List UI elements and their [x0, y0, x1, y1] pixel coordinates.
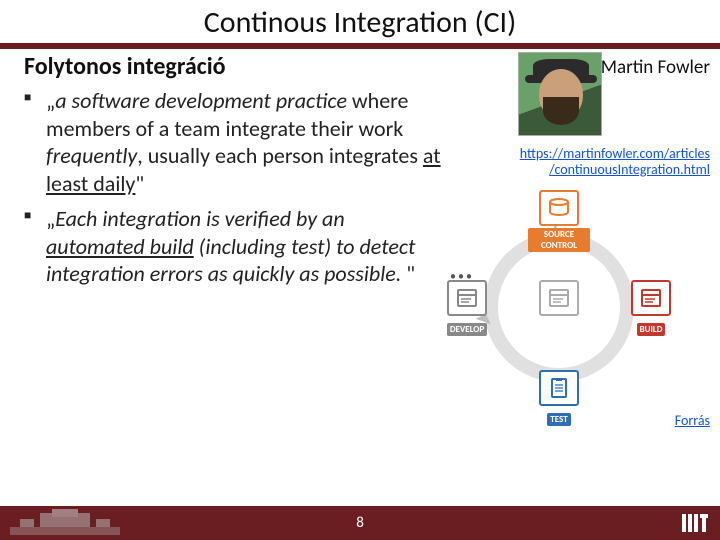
title-bar: Continous Integration (CI)	[0, 0, 720, 43]
slide: Continous Integration (CI) Folytonos int…	[0, 0, 720, 540]
node-develop: ••• DEVELOP	[436, 280, 498, 337]
node-build: BUILD	[620, 280, 682, 337]
window-icon	[547, 287, 571, 309]
node-label: DEVELOP	[447, 323, 487, 336]
title-underline	[0, 43, 720, 49]
article-link-line2[interactable]: /continuousIntegration.html	[549, 161, 710, 178]
article-link[interactable]: https://martinfowler.com/articles /conti…	[455, 146, 710, 178]
source-link[interactable]: Forrás	[675, 412, 710, 429]
node-label: TEST	[547, 413, 570, 426]
node-center	[528, 280, 590, 318]
article-link-line1[interactable]: https://martinfowler.com/articles	[520, 145, 710, 162]
footer-bar: 8	[0, 506, 720, 540]
window-icon	[639, 287, 663, 309]
mit-logo	[680, 510, 710, 536]
node-source-control: SOURCE CONTROL	[528, 190, 590, 253]
bullet-item: „Each integration is verified by an auto…	[24, 205, 444, 288]
node-label: BUILD	[637, 323, 666, 336]
node-label: SOURCE CONTROL	[528, 228, 590, 252]
bullet-item: „a software development practice where m…	[24, 87, 444, 197]
slide-body: Folytonos integráció „a software develop…	[24, 52, 710, 494]
author-name: Martin Fowler	[601, 56, 710, 79]
database-icon	[547, 197, 571, 219]
university-logo	[10, 509, 120, 537]
bullet-list: „a software development practice where m…	[24, 87, 444, 288]
node-test: TEST	[528, 370, 590, 427]
page-number: 8	[356, 514, 364, 532]
checklist-icon	[547, 377, 571, 399]
window-icon	[455, 287, 479, 309]
ci-cycle-diagram: SOURCE CONTROL BUILD TEST ••• DEVELOP	[444, 202, 674, 412]
author-photo	[518, 52, 602, 136]
slide-title: Continous Integration (CI)	[0, 4, 720, 41]
